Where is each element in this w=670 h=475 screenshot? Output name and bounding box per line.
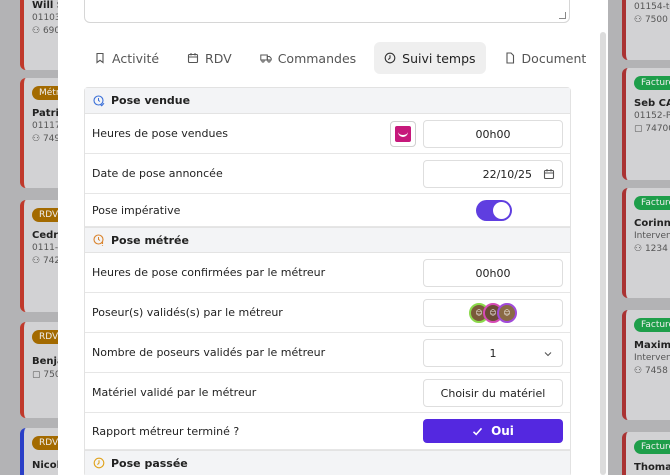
avatar-group: ☺ ☺ ☺: [469, 303, 517, 323]
card-name: Thomas: [634, 462, 670, 473]
pose-imperative-toggle[interactable]: [476, 200, 512, 221]
card-ref: 01152-Pe: [634, 111, 670, 121]
tab-label: Suivi temps: [402, 50, 476, 66]
section-header-pose-passee: Pose passée: [85, 450, 570, 475]
tab-rdv[interactable]: RDV: [177, 42, 242, 74]
card-name: Maxime: [634, 340, 670, 351]
tab-activite[interactable]: Activité: [84, 42, 169, 74]
poseurs-selector[interactable]: ☺ ☺ ☺: [423, 299, 563, 327]
clock-check-icon: [93, 94, 105, 106]
button-label: Oui: [491, 424, 514, 438]
tab-label: Document: [521, 50, 587, 66]
section-title: Pose vendue: [111, 94, 191, 107]
intervention-modal: Activité RDV Commandes Suivi temps Docum…: [58, 0, 608, 475]
section-title: Pose passée: [111, 456, 188, 470]
truck-icon: [260, 54, 272, 63]
rapport-oui-button[interactable]: Oui: [423, 419, 563, 443]
row-label: Date de pose annoncée: [92, 167, 223, 180]
card-ref: Interven: [634, 231, 670, 241]
toggle-knob: [493, 202, 510, 219]
heures-confirmees-input[interactable]: 00h00: [423, 259, 563, 287]
row-materiel: Matériel validé par le métreur Choisir d…: [85, 373, 570, 413]
row-label: Matériel validé par le métreur: [92, 386, 257, 399]
card-status-tag: Facture: [634, 196, 670, 210]
tab-label: RDV: [205, 50, 232, 66]
calendar-icon[interactable]: [543, 168, 555, 180]
choisir-materiel-button[interactable]: Choisir du matériel: [423, 379, 563, 407]
row-pose-imperative: Pose impérative: [85, 194, 570, 227]
tab-document[interactable]: Document: [494, 42, 597, 74]
card-ref: 01154-te: [634, 2, 670, 12]
heures-vendues-input[interactable]: 00h00: [423, 120, 563, 148]
modal-scrollbar[interactable]: [600, 32, 606, 475]
kanban-card[interactable]: Facture Corinne Interven ⚇ 1234: [622, 188, 670, 298]
card-status-tag: Facture: [634, 318, 670, 332]
document-icon: [505, 52, 514, 64]
card-meta: ▢ 74700: [634, 124, 670, 134]
section-title: Pose métrée: [111, 233, 189, 247]
row-label: Nombre de poseurs validés par le métreur: [92, 346, 326, 359]
row-label: Heures de pose confirmées par le métreur: [92, 266, 326, 279]
tab-commandes[interactable]: Commandes: [250, 42, 366, 74]
card-name: Corinne: [634, 218, 670, 229]
clock-icon: [93, 457, 105, 469]
nombre-poseurs-select[interactable]: 1: [423, 339, 563, 367]
date-pose-input[interactable]: 22/10/25: [423, 160, 563, 188]
card-meta: ⚇ 1234: [634, 244, 668, 254]
row-label: Rapport métreur terminé ?: [92, 424, 240, 438]
tab-bar: Activité RDV Commandes Suivi temps Docum…: [84, 42, 604, 74]
card-status-tag: Facture: [634, 76, 670, 90]
row-label: Poseur(s) validés(s) par le métreur: [92, 306, 283, 319]
card-meta: ⚇ 7500: [634, 15, 668, 25]
bookmark-icon: [96, 52, 104, 64]
row-nombre-poseurs: Nombre de poseurs validés par le métreur…: [85, 333, 570, 373]
calendar-icon: [187, 53, 199, 64]
kanban-card[interactable]: Facture Maxime Interven ⚇ 7458: [622, 310, 670, 420]
date-value: 22/10/25: [482, 167, 532, 181]
section-pose-vendue: Pose vendue Heures de pose vendues 00h00…: [84, 87, 571, 475]
row-poseurs-valides: Poseur(s) validés(s) par le métreur ☺ ☺ …: [85, 293, 570, 333]
avatar: ☺: [497, 303, 517, 323]
check-icon: [473, 427, 483, 436]
kanban-card[interactable]: Facture Seb CAR 01152-Pe ▢ 74700: [622, 68, 670, 180]
row-date-pose: Date de pose annoncée 22/10/25: [85, 154, 570, 194]
row-label: Heures de pose vendues: [92, 127, 228, 140]
clock-icon: [384, 52, 396, 64]
tab-label: Activité: [112, 50, 160, 66]
card-ref: Interven: [634, 353, 670, 363]
notes-textarea[interactable]: [84, 0, 570, 23]
section-header: Pose vendue: [85, 88, 570, 114]
tab-label: Commandes: [277, 50, 357, 66]
kanban-card[interactable]: Facture Thomas: [622, 432, 670, 475]
clock-alert-icon: [93, 234, 104, 246]
row-rapport-termine: Rapport métreur terminé ? Oui: [85, 413, 570, 450]
row-heures-vendues: Heures de pose vendues 00h00: [85, 114, 570, 154]
card-status-tag: Facture: [634, 440, 670, 454]
card-meta: ⚇ 7458: [634, 366, 668, 376]
row-heures-confirmees: Heures de pose confirmées par le métreur…: [85, 253, 570, 293]
select-value: 1: [489, 346, 497, 360]
tab-suivi-temps[interactable]: Suivi temps: [374, 42, 486, 74]
calculator-icon: [395, 126, 411, 142]
section-header-pose-metree: Pose métrée: [85, 227, 570, 253]
card-name: Seb CAR: [634, 98, 670, 109]
kanban-card[interactable]: 01154-te ⚇ 7500: [622, 0, 670, 60]
chevron-down-icon: [544, 352, 552, 357]
calculate-button[interactable]: [390, 121, 416, 147]
resize-handle-icon[interactable]: [559, 12, 566, 19]
row-label: Pose impérative: [92, 203, 181, 217]
